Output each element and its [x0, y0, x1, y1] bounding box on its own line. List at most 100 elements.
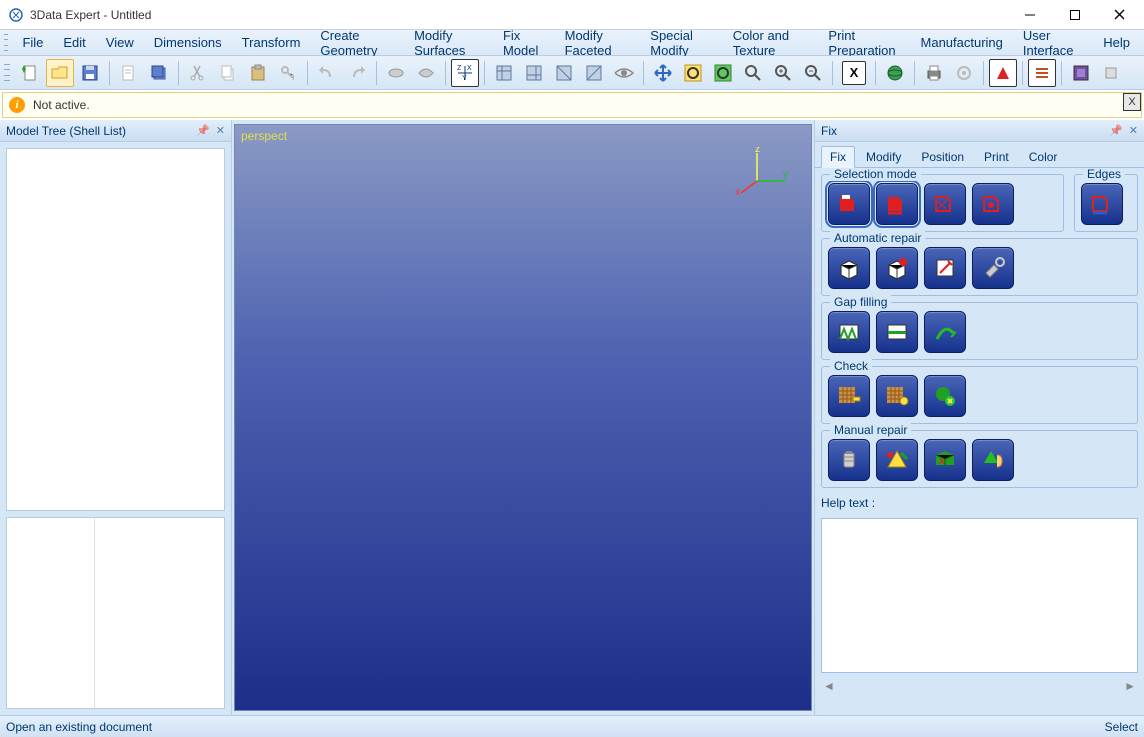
svg-text:X: X	[467, 65, 472, 72]
fix-close-icon[interactable]: ✕	[1129, 124, 1138, 137]
auto-repair-1[interactable]	[828, 247, 870, 289]
triangle-red-button[interactable]	[989, 59, 1017, 87]
fix-panel-title: Fix	[821, 124, 837, 138]
menu-grip[interactable]	[4, 34, 8, 52]
sel-mode-4[interactable]	[972, 183, 1014, 225]
view-1[interactable]	[490, 59, 518, 87]
zoom-in-button[interactable]	[769, 59, 797, 87]
gap-3[interactable]	[924, 311, 966, 353]
check-1[interactable]	[828, 375, 870, 417]
redo-button[interactable]	[343, 59, 371, 87]
copy-button[interactable]	[214, 59, 242, 87]
close-button[interactable]	[1097, 0, 1142, 29]
gap-2[interactable]	[876, 311, 918, 353]
model-tree-title: Model Tree (Shell List)	[6, 124, 126, 138]
panel-close-icon[interactable]: ✕	[216, 124, 225, 137]
scroll-right[interactable]: ►	[1124, 679, 1136, 693]
scroll-left[interactable]: ◄	[823, 679, 835, 693]
tool-b[interactable]	[412, 59, 440, 87]
svg-text:y: y	[783, 169, 788, 180]
help-text-box[interactable]	[821, 518, 1138, 673]
move-button[interactable]	[649, 59, 677, 87]
label-check: Check	[830, 359, 872, 373]
undo-button[interactable]	[313, 59, 341, 87]
tab-print[interactable]: Print	[975, 146, 1018, 168]
view-2[interactable]	[520, 59, 548, 87]
menu-transform[interactable]: Transform	[232, 31, 311, 54]
target-button[interactable]	[950, 59, 978, 87]
group-edges: Edges	[1074, 174, 1138, 232]
statusbar: Open an existing document Select	[0, 715, 1144, 737]
axis-gizmo: z y x	[735, 147, 791, 197]
chip-button[interactable]	[1067, 59, 1095, 87]
tab-fix[interactable]: Fix	[821, 146, 855, 168]
auto-repair-3[interactable]	[924, 247, 966, 289]
sel-mode-3[interactable]	[924, 183, 966, 225]
menu-edit[interactable]: Edit	[53, 31, 95, 54]
auto-repair-2[interactable]	[876, 247, 918, 289]
window-title: 3Data Expert - Untitled	[30, 8, 1007, 22]
app-icon	[8, 7, 24, 23]
menu-dimensions[interactable]: Dimensions	[144, 31, 232, 54]
print-button[interactable]	[920, 59, 948, 87]
save-all-button[interactable]	[145, 59, 173, 87]
doc-button[interactable]	[115, 59, 143, 87]
paste-button[interactable]	[244, 59, 272, 87]
view-3[interactable]	[550, 59, 578, 87]
group-gap-filling: Gap filling	[821, 302, 1138, 360]
menu-help[interactable]: Help	[1093, 31, 1140, 54]
save-button[interactable]	[76, 59, 104, 87]
label-manual-repair: Manual repair	[830, 423, 911, 437]
zoom-button[interactable]	[739, 59, 767, 87]
properties-body[interactable]	[6, 517, 225, 709]
pin-icon[interactable]: 📌	[196, 124, 210, 137]
gap-1[interactable]	[828, 311, 870, 353]
view-4[interactable]	[580, 59, 608, 87]
group-check: Check	[821, 366, 1138, 424]
group-manual-repair: Manual repair X	[821, 430, 1138, 488]
tab-color[interactable]: Color	[1020, 146, 1067, 168]
chip2-button[interactable]	[1097, 59, 1125, 87]
sel-mode-2[interactable]	[876, 183, 918, 225]
label-auto-repair: Automatic repair	[830, 231, 925, 245]
manual-1[interactable]	[828, 439, 870, 481]
tab-modify[interactable]: Modify	[857, 146, 910, 168]
open-button[interactable]	[46, 59, 74, 87]
x-box-button[interactable]: X	[842, 61, 866, 85]
check-3[interactable]	[924, 375, 966, 417]
group-selection-mode: Selection mode	[821, 174, 1064, 232]
menu-manufacturing[interactable]: Manufacturing	[911, 31, 1013, 54]
label-gap-filling: Gap filling	[830, 295, 891, 309]
globe-button[interactable]	[881, 59, 909, 87]
menu-view[interactable]: View	[96, 31, 144, 54]
toolbar-grip[interactable]	[4, 64, 10, 82]
eye-button[interactable]	[610, 59, 638, 87]
viewport[interactable]: perspect z y x	[234, 124, 812, 711]
tool-a[interactable]	[382, 59, 410, 87]
message-bar: i Not active. X	[2, 92, 1142, 118]
list-button[interactable]	[1028, 59, 1056, 87]
message-close[interactable]: X	[1123, 93, 1141, 111]
new-button[interactable]	[16, 59, 44, 87]
cut-button[interactable]	[184, 59, 212, 87]
sel-mode-1[interactable]	[828, 183, 870, 225]
zoom-fit-button[interactable]	[679, 59, 707, 87]
model-tree-header: Model Tree (Shell List) 📌 ✕	[0, 120, 231, 142]
edges-tool[interactable]	[1081, 183, 1123, 225]
menu-file[interactable]: File	[12, 31, 53, 54]
auto-repair-4[interactable]	[972, 247, 1014, 289]
fix-panel: Fix 📌 ✕ Fix Modify Position Print Color S…	[814, 120, 1144, 715]
check-2[interactable]	[876, 375, 918, 417]
zoom-window-button[interactable]	[709, 59, 737, 87]
model-tree-body[interactable]	[6, 148, 225, 511]
manual-2[interactable]	[876, 439, 918, 481]
menubar: File Edit View Dimensions Transform Crea…	[0, 30, 1144, 56]
key-button[interactable]	[274, 59, 302, 87]
tab-position[interactable]: Position	[912, 146, 973, 168]
fix-pin-icon[interactable]: 📌	[1109, 124, 1123, 137]
manual-3[interactable]: X	[924, 439, 966, 481]
xyz-button[interactable]: ZXY	[451, 59, 479, 87]
svg-text:x: x	[735, 187, 740, 197]
zoom-out-button[interactable]	[799, 59, 827, 87]
manual-4[interactable]	[972, 439, 1014, 481]
